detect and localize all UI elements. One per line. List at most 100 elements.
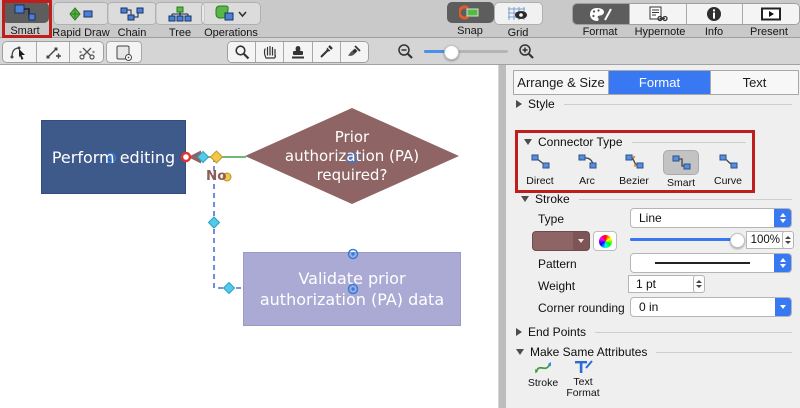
connector-type-options: Direct Arc Bezier Smart Curve <box>518 150 750 189</box>
hand-icon <box>263 45 276 59</box>
connector-text-label[interactable]: No <box>206 168 227 184</box>
format-mode-button[interactable] <box>573 4 630 24</box>
split-connector-tool[interactable] <box>70 42 103 62</box>
opacity-stepper[interactable] <box>782 231 794 249</box>
info-icon <box>707 7 722 21</box>
midpoint-handle[interactable] <box>222 281 236 295</box>
zoom-out-button[interactable] <box>397 43 414 65</box>
present-label: Present <box>750 26 788 38</box>
snap-icon <box>459 5 479 20</box>
stroke-weight-field[interactable]: 1 pt <box>628 275 697 293</box>
dropdown-stepper-icon <box>774 209 791 227</box>
stamp-tool[interactable] <box>284 42 313 62</box>
brush-icon <box>348 45 362 56</box>
info-button[interactable] <box>686 4 744 24</box>
hypernote-icon <box>649 6 668 22</box>
zoom-out-icon <box>398 44 413 59</box>
stroke-pattern-dropdown[interactable] <box>630 253 792 273</box>
connector-type-arc[interactable]: Arc <box>565 150 609 189</box>
info-label: Info <box>704 26 724 38</box>
smart-connector-type-icon <box>672 155 690 170</box>
make-same-text-format-icon <box>575 360 593 373</box>
eyedropper-icon <box>320 45 334 58</box>
stroke-section-header[interactable]: Stroke <box>521 192 792 206</box>
pan-tool[interactable] <box>256 42 285 62</box>
page-properties-button[interactable] <box>106 41 142 63</box>
tab-arrange-size[interactable]: Arrange & Size <box>514 71 609 94</box>
stroke-opacity-field[interactable]: 100% <box>746 231 784 249</box>
tab-format[interactable]: Format <box>609 71 711 94</box>
vertex-handle[interactable] <box>209 150 224 164</box>
connector-type-direct[interactable]: Direct <box>518 150 562 189</box>
zoom-slider-knob[interactable] <box>444 45 459 60</box>
brush-tool[interactable] <box>340 42 368 62</box>
format-mode-label: Format <box>582 26 618 38</box>
smart-connector-button[interactable]: Smart <box>1 2 49 37</box>
connector-type-smart[interactable]: Smart <box>659 150 703 189</box>
connector-type-bezier[interactable]: Bezier <box>612 150 656 189</box>
stroke-opacity-slider-knob[interactable] <box>730 233 745 248</box>
disclosure-right-icon <box>516 100 522 108</box>
rapid-draw-icon <box>69 6 93 21</box>
palette-icon <box>589 7 612 21</box>
corner-rounding-dropdown[interactable]: 0 in <box>630 297 792 317</box>
tree-icon <box>168 6 192 21</box>
make-same-section-header[interactable]: Make Same Attributes <box>516 345 792 359</box>
chain-icon <box>120 7 144 20</box>
smart-connector-icon <box>14 4 36 21</box>
make-same-text-format-button[interactable]: Text Format <box>560 359 606 399</box>
snap-button[interactable]: Snap <box>446 2 494 37</box>
style-section-title: Style <box>528 97 555 111</box>
midpoint-handle[interactable] <box>207 216 221 229</box>
tab-text[interactable]: Text <box>711 71 798 94</box>
chain-button[interactable]: Chain <box>107 2 157 39</box>
scissors-icon <box>78 47 95 60</box>
bezier-connector-icon <box>625 154 643 169</box>
make-same-stroke-icon <box>535 362 551 374</box>
weight-stepper[interactable] <box>693 275 705 293</box>
grid-icon <box>508 7 527 20</box>
chevron-down-icon <box>238 11 247 18</box>
connector-type-curve[interactable]: Curve <box>706 150 750 189</box>
curve-connector-icon <box>719 154 737 169</box>
validate-shape-label: Validate prior authorization (PA) data <box>259 269 445 309</box>
stroke-type-dropdown[interactable]: Line <box>630 208 792 228</box>
zoom-in-button[interactable] <box>518 43 535 65</box>
stroke-color-well[interactable] <box>532 231 617 251</box>
connector-type-title: Connector Type <box>538 135 623 149</box>
grid-button[interactable]: Grid <box>493 2 543 39</box>
add-point-tool[interactable] <box>36 42 71 62</box>
color-wheel-button[interactable] <box>593 231 617 251</box>
process-shape-label: Perform editing <box>51 147 176 167</box>
edit-connector-tool[interactable] <box>3 42 37 62</box>
inspector-tab-bar: Arrange & Size Format Text <box>513 70 799 95</box>
style-section-header[interactable]: Style <box>516 97 792 111</box>
eyedropper-tool[interactable] <box>312 42 341 62</box>
chevron-down-icon <box>775 298 791 316</box>
color-wheel-icon <box>598 234 612 248</box>
snap-label: Snap <box>457 25 483 37</box>
rapid-draw-button[interactable]: Rapid Draw <box>52 2 110 39</box>
zoom-tool[interactable] <box>228 42 257 62</box>
operations-button[interactable]: Operations <box>201 2 261 39</box>
drawing-canvas[interactable]: Perform editing Prior authorization (PA)… <box>0 65 500 408</box>
disclosure-right-icon <box>516 328 522 336</box>
stroke-weight-label: Weight <box>538 279 576 293</box>
arc-connector-icon <box>578 154 596 169</box>
stroke-section-title: Stroke <box>535 192 570 206</box>
disclosure-down-icon <box>521 196 529 202</box>
stroke-pattern-label: Pattern <box>538 257 577 271</box>
color-chevron-icon[interactable] <box>573 231 590 251</box>
connector-tools-group <box>2 41 104 63</box>
hypernote-button[interactable] <box>629 4 687 24</box>
stroke-color-swatch[interactable] <box>532 231 573 251</box>
edit-connector-icon <box>10 46 26 60</box>
end-points-section-header[interactable]: End Points <box>516 325 792 339</box>
tree-button[interactable]: Tree <box>155 2 205 39</box>
stroke-type-label: Type <box>538 212 565 226</box>
view-tools-group <box>227 41 369 63</box>
present-button[interactable] <box>743 4 799 24</box>
connector-type-section-header[interactable]: Connector Type <box>524 135 746 149</box>
disclosure-down-icon <box>516 349 524 355</box>
end-points-title: End Points <box>528 325 587 339</box>
